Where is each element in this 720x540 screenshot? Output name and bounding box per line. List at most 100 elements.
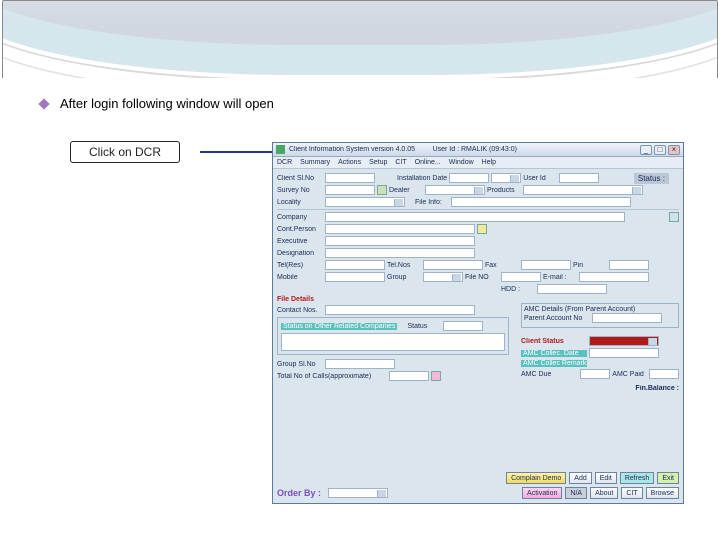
fld-designation[interactable] (325, 248, 475, 258)
lbl-tel-nos: Tel.Nos (387, 262, 421, 269)
bottom-bar: Complain Demo Add Edit Refresh Exit Orde… (277, 472, 679, 499)
survey-lookup-icon[interactable] (377, 185, 387, 195)
fld-email[interactable] (579, 272, 649, 282)
lbl-fin-balance: Fin.Balance : (521, 385, 679, 392)
fld-company[interactable] (325, 212, 625, 222)
about-button[interactable]: About (590, 487, 618, 499)
fld-group[interactable] (423, 272, 463, 282)
related-companies-panel: Status on Other Related Companies Status (277, 317, 509, 355)
fld-amc-due[interactable] (580, 369, 610, 379)
na-button[interactable]: N/A (565, 487, 587, 499)
fld-locality[interactable] (325, 197, 405, 207)
menu-bar: DCR Summary Actions Setup CIT Online... … (273, 157, 683, 169)
menu-window[interactable]: Window (449, 159, 474, 166)
callout-box: Click on DCR (70, 141, 180, 163)
separator-1 (277, 209, 679, 210)
company-extra-icon[interactable] (669, 212, 679, 222)
menu-summary[interactable]: Summary (300, 159, 330, 166)
app-title-left: Client Information System version 4.0.05 (289, 146, 415, 153)
fld-cont-person[interactable] (325, 224, 475, 234)
lbl-hdd: HDD : (501, 286, 535, 293)
lbl-contact-nos: Contact Nos. (277, 307, 323, 314)
fld-status[interactable] (443, 321, 483, 331)
browse-button[interactable]: Browse (646, 487, 679, 499)
lbl-designation: Designation (277, 250, 323, 257)
lbl-install-date: Installation Date (397, 175, 447, 182)
app-window: Client Information System version 4.0.05… (272, 142, 684, 504)
fld-file-info[interactable] (451, 197, 631, 207)
app-title-right: User Id : RMALIK (09:43:0) (433, 146, 517, 153)
menu-help[interactable]: Help (482, 159, 496, 166)
fld-file-no[interactable] (501, 272, 541, 282)
lbl-company: Company (277, 214, 323, 221)
lbl-locality: Locality (277, 199, 323, 206)
calls-icon[interactable] (431, 371, 441, 381)
minimize-button[interactable]: _ (640, 145, 652, 155)
add-button[interactable]: Add (569, 472, 591, 484)
bullet-diamond-icon (38, 98, 49, 109)
exit-button[interactable]: Exit (657, 472, 679, 484)
fld-contact-nos[interactable] (325, 305, 475, 315)
app-icon (276, 145, 285, 154)
fld-total-calls[interactable] (389, 371, 429, 381)
related-companies-list[interactable] (281, 333, 505, 351)
lbl-file-no: File NO (465, 274, 499, 281)
bullet-text: After login following window will open (60, 96, 274, 111)
activation-button[interactable]: Activation (522, 487, 562, 499)
fld-pin[interactable] (609, 260, 649, 270)
edit-button[interactable]: Edit (595, 472, 617, 484)
lbl-parent-acc: Parent Account No (524, 315, 590, 322)
cit-button[interactable]: CIT (621, 487, 642, 499)
lbl-order-by: Order By : (277, 488, 321, 498)
fld-client-slno[interactable] (325, 173, 375, 183)
fld-tel-nos[interactable] (423, 260, 483, 270)
title-bar: Client Information System version 4.0.05… (273, 143, 683, 157)
menu-cit[interactable]: CIT (395, 159, 406, 166)
fld-products[interactable] (523, 185, 643, 195)
lbl-amc-date: AMC Collec. Date (521, 350, 587, 357)
menu-dcr[interactable]: DCR (277, 159, 292, 166)
lbl-total-calls: Total No of Calls(approximate) (277, 373, 387, 380)
fld-user-id[interactable] (559, 173, 599, 183)
fld-survey-no[interactable] (325, 185, 375, 195)
bullet-row: After login following window will open (40, 96, 680, 111)
complain-demo-button[interactable]: Complain Demo (506, 472, 566, 484)
fld-amc-date[interactable] (589, 348, 659, 358)
install-date-picker[interactable] (491, 173, 521, 183)
hdr-file-details: File Details (277, 296, 679, 303)
lbl-tel-res: Tel(Res) (277, 262, 323, 269)
lbl-dealer: Dealer (389, 187, 423, 194)
contact-icon[interactable] (477, 224, 487, 234)
fld-executive[interactable] (325, 236, 475, 246)
fld-fax[interactable] (521, 260, 571, 270)
lbl-executive: Executive (277, 238, 323, 245)
fld-install-date[interactable] (449, 173, 489, 183)
app-title: Client Information System version 4.0.05… (289, 146, 636, 153)
fld-tel-res[interactable] (325, 260, 385, 270)
fld-amc-paid[interactable] (649, 369, 679, 379)
menu-online[interactable]: Online... (415, 159, 441, 166)
maximize-button[interactable]: □ (654, 145, 666, 155)
fld-order-by[interactable] (328, 488, 388, 498)
fld-parent-acc[interactable] (592, 313, 662, 323)
fld-group-slno[interactable] (325, 359, 395, 369)
lbl-pin: Pin (573, 262, 607, 269)
lbl-status-related: Status on Other Related Companies (281, 323, 397, 330)
lbl-fax: Fax (485, 262, 519, 269)
lbl-email: E-mail : (543, 274, 577, 281)
lbl-amc-due: AMC Due (521, 371, 578, 378)
menu-actions[interactable]: Actions (338, 159, 361, 166)
fld-mobile[interactable] (325, 272, 385, 282)
refresh-button[interactable]: Refresh (620, 472, 655, 484)
lbl-survey-no: Survey No (277, 187, 323, 194)
lbl-client-status: Client Status (521, 338, 587, 345)
window-buttons: _ □ × (640, 145, 680, 155)
fld-hdd[interactable] (537, 284, 607, 294)
menu-setup[interactable]: Setup (369, 159, 387, 166)
lbl-cont-person: Cont.Person (277, 226, 323, 233)
slide-body: After login following window will open C… (0, 0, 720, 540)
fld-client-status[interactable] (589, 336, 659, 346)
fld-dealer[interactable] (425, 185, 485, 195)
amc-panel: AMC Details (From Parent Account) Parent… (521, 303, 679, 394)
close-button[interactable]: × (668, 145, 680, 155)
